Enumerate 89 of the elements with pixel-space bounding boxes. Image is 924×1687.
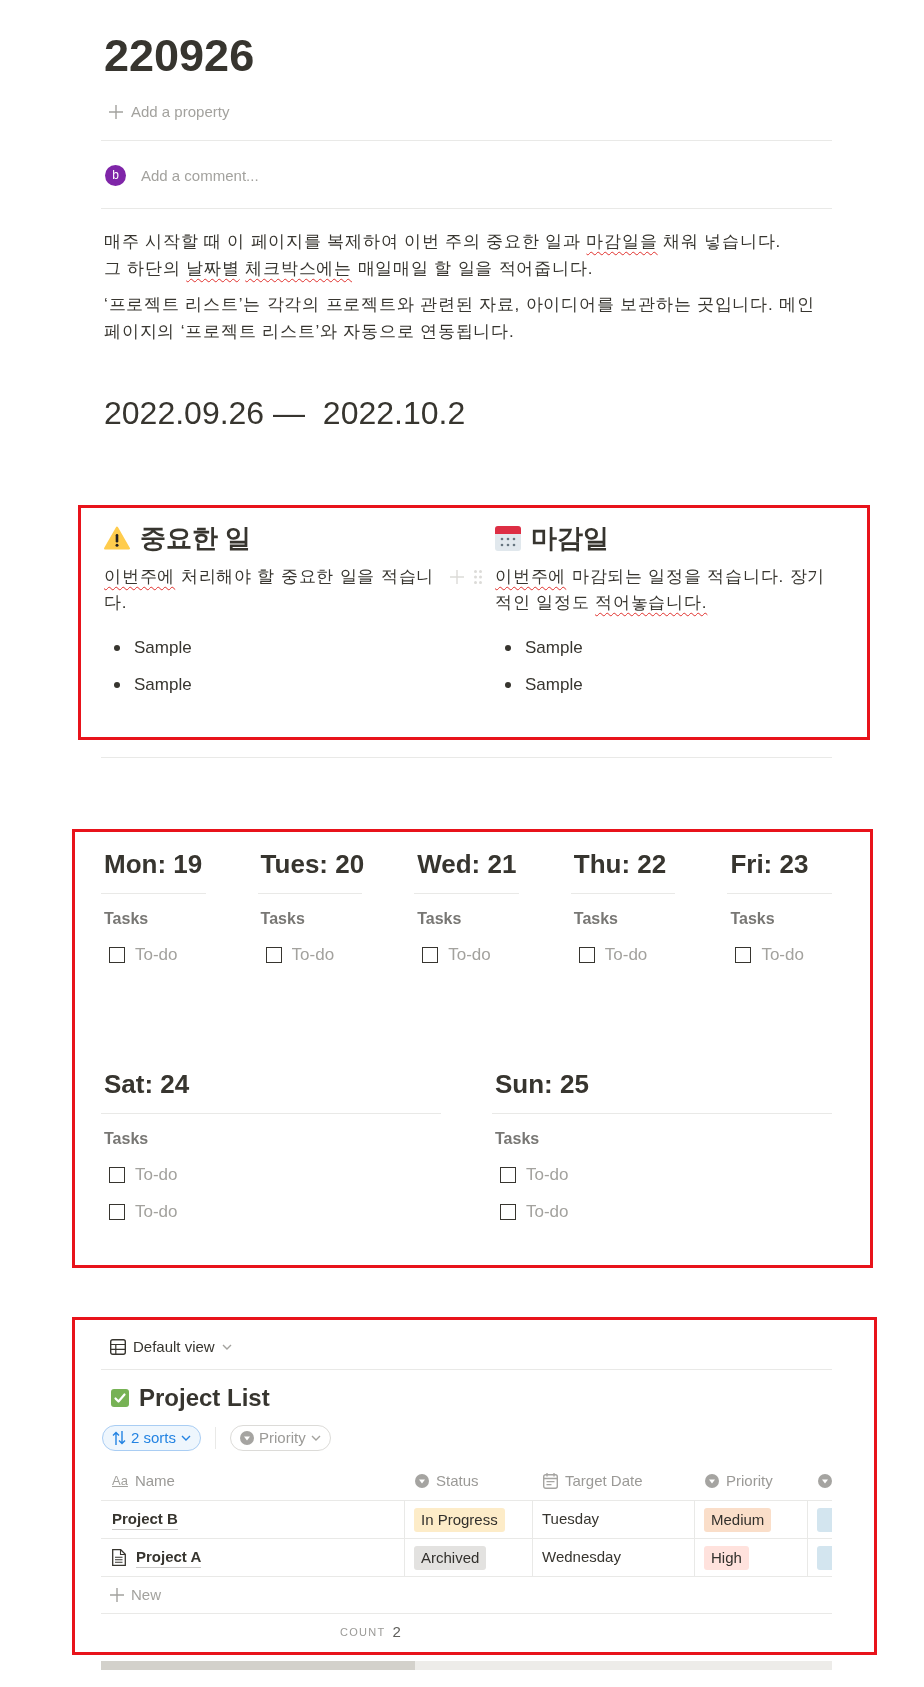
warning-icon bbox=[104, 526, 130, 550]
checkbox[interactable] bbox=[109, 1167, 125, 1183]
plus-icon bbox=[110, 1588, 124, 1602]
scrollbar-thumb[interactable] bbox=[101, 1661, 415, 1670]
section-label: Tasks bbox=[103, 1129, 150, 1149]
list-item: Sample bbox=[525, 673, 583, 696]
check-mark-icon bbox=[111, 1389, 129, 1407]
table-cell-text: Tuesday bbox=[542, 1509, 599, 1530]
bullet-icon bbox=[505, 644, 511, 651]
paragraph: ‘프로젝트 리스트’는 각각의 프로젝트와 관련된 자료, 아이디어를 보관하는 곳입니다. 메인 페이지의 ‘프로젝트 리스트’와 자동으로 연동됩니다. bbox=[103, 294, 816, 343]
table-icon bbox=[110, 1339, 126, 1355]
select-property-icon bbox=[705, 1474, 719, 1488]
checkbox[interactable] bbox=[500, 1167, 516, 1183]
status-tag: In Progress bbox=[414, 1507, 505, 1532]
checkbox[interactable] bbox=[422, 947, 439, 963]
page-link[interactable]: Project A bbox=[136, 1547, 202, 1568]
checkbox[interactable] bbox=[735, 947, 752, 963]
column-heading: 중요한 일 bbox=[140, 522, 252, 555]
section-label: Tasks bbox=[103, 909, 150, 929]
todo-field[interactable]: To-do bbox=[135, 1199, 197, 1225]
todo-field[interactable]: To-do bbox=[761, 942, 824, 968]
todo-field[interactable]: To-do bbox=[135, 1162, 197, 1188]
plus-icon bbox=[109, 105, 123, 119]
day-heading: Fri: 23 bbox=[729, 848, 810, 881]
bullet-icon bbox=[505, 681, 511, 688]
bullet-icon bbox=[114, 644, 120, 651]
select-property-icon bbox=[818, 1474, 832, 1488]
day-heading: Mon: 19 bbox=[103, 848, 204, 881]
status-tag: Archived bbox=[414, 1545, 487, 1570]
column-description: 이번주에 처리해야 할 중요한 일을 적습니다. bbox=[104, 567, 435, 612]
todo-field[interactable]: To-do bbox=[604, 942, 667, 968]
date-range-heading: 2022.09.26 — 2022.10.2 bbox=[103, 394, 467, 433]
caret-icon bbox=[221, 1344, 232, 1350]
day-heading: Sun: 25 bbox=[494, 1068, 590, 1101]
section-label: Tasks bbox=[729, 909, 776, 929]
view-selector[interactable]: Default view bbox=[101, 1332, 236, 1362]
todo-field[interactable]: To-do bbox=[526, 1162, 588, 1188]
caret-icon bbox=[310, 1435, 321, 1441]
day-heading: Thu: 22 bbox=[572, 848, 668, 881]
table-cell-text: Wednesday bbox=[542, 1547, 621, 1568]
filter-button[interactable]: Priority bbox=[230, 1425, 331, 1451]
select-property-icon bbox=[240, 1431, 254, 1445]
add-property-button[interactable]: Add a property bbox=[101, 97, 236, 127]
day-heading: Tues: 20 bbox=[259, 848, 363, 881]
priority-tag: Medium bbox=[704, 1507, 772, 1532]
avatar: b bbox=[105, 164, 126, 186]
section-label: Tasks bbox=[572, 909, 619, 929]
priority-tag: High bbox=[704, 1545, 749, 1570]
drag-handle-icon[interactable] bbox=[474, 570, 482, 584]
section-label: Tasks bbox=[494, 1129, 541, 1149]
new-row-button[interactable]: New bbox=[101, 1583, 161, 1607]
column-header[interactable]: Target Date bbox=[543, 1469, 643, 1493]
text-property-icon: Aa bbox=[112, 1471, 128, 1491]
todo-field[interactable]: To-do bbox=[291, 942, 354, 968]
checkbox[interactable] bbox=[265, 947, 282, 963]
checkbox[interactable] bbox=[500, 1204, 516, 1220]
paragraph: 매주 시작할 때 이 페이지를 복제하여 이번 주의 중요한 일과 마감일을 채워 넣습니다. 그 하단의 날짜별 체크박스에는 매일매일 할 일을 적어줍니다. bbox=[103, 231, 782, 280]
checkbox[interactable] bbox=[578, 947, 595, 963]
count-label: COUNT bbox=[340, 1624, 386, 1640]
list-item: Sample bbox=[134, 636, 192, 659]
bullet-icon bbox=[114, 681, 120, 688]
day-heading: Wed: 21 bbox=[416, 848, 518, 881]
caret-icon bbox=[181, 1435, 191, 1441]
sort-button[interactable]: 2 sorts bbox=[102, 1425, 201, 1451]
list-item: Sample bbox=[134, 673, 192, 696]
sort-icon bbox=[112, 1431, 126, 1445]
todo-field[interactable]: To-do bbox=[526, 1199, 588, 1225]
column-description: 이번주에 마감되는 일정을 적습니다. 장기적인 일정도 적어놓습니다. bbox=[495, 567, 826, 612]
page-link[interactable]: Project B bbox=[112, 1509, 178, 1530]
section-label: Tasks bbox=[259, 909, 306, 929]
select-property-icon bbox=[415, 1474, 429, 1488]
horizontal-scrollbar[interactable] bbox=[101, 1661, 832, 1670]
checkbox[interactable] bbox=[109, 1204, 125, 1220]
list-item: Sample bbox=[525, 636, 583, 659]
database-title: Project List bbox=[139, 1383, 270, 1413]
day-heading: Sat: 24 bbox=[103, 1068, 191, 1101]
column-header[interactable]: Priority bbox=[705, 1469, 773, 1493]
column-header[interactable]: Status bbox=[415, 1469, 479, 1493]
page-title: 220926 bbox=[103, 30, 256, 82]
todo-field[interactable]: To-do bbox=[135, 942, 197, 968]
column-heading: 마감일 bbox=[531, 522, 609, 555]
section-label: Tasks bbox=[416, 909, 463, 929]
column-header[interactable]: Aa Name bbox=[112, 1469, 175, 1493]
count-value: 2 bbox=[392, 1621, 401, 1642]
comment-field[interactable]: Add a comment... bbox=[141, 163, 441, 187]
checkbox[interactable] bbox=[109, 947, 125, 963]
date-property-icon bbox=[543, 1473, 558, 1489]
todo-field[interactable]: To-do bbox=[448, 942, 511, 968]
calendar-icon bbox=[495, 525, 521, 551]
